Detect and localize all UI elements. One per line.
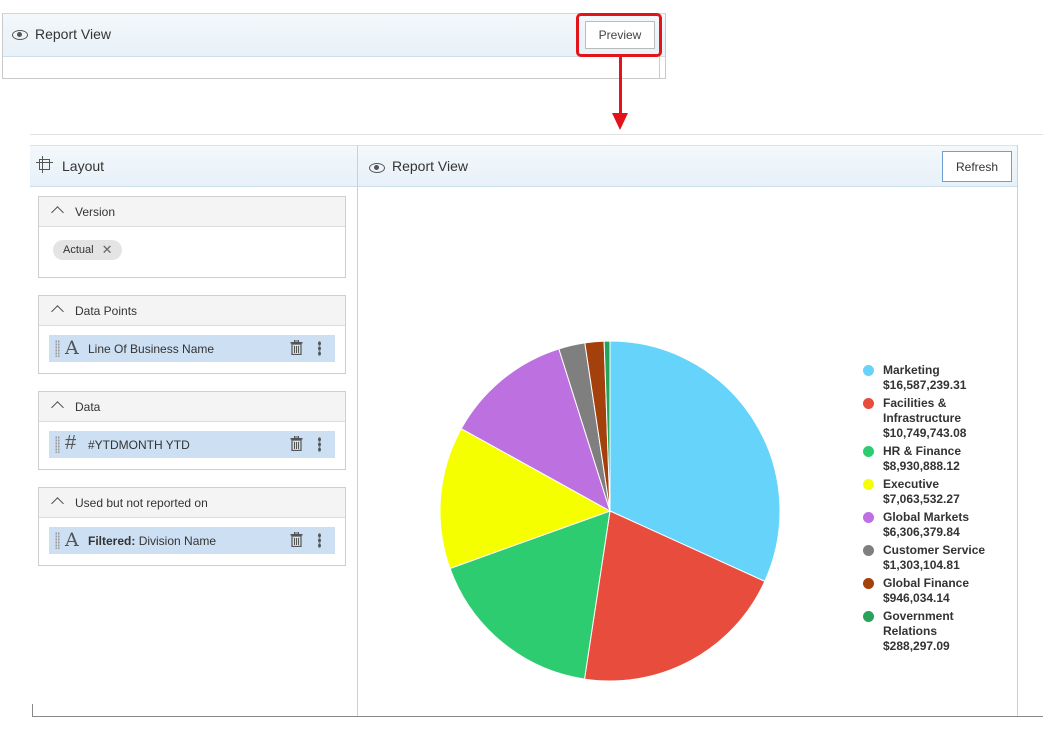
field-item-division-name[interactable]: A Filtered: Division Name (49, 527, 335, 554)
pie-chart (439, 340, 781, 682)
field-item-ytdmonth[interactable]: # #YTDMONTH YTD (49, 431, 335, 458)
legend-item[interactable]: Global Finance $946,034.14 (863, 576, 1043, 606)
legend-value: $1,303,104.81 (883, 558, 960, 572)
mini-panel-title: Report View (35, 26, 112, 42)
field-item-label: Filtered: Division Name (88, 534, 216, 548)
chevron-up-icon[interactable] (51, 305, 64, 318)
refresh-button[interactable]: Refresh (942, 151, 1012, 182)
legend-item[interactable]: HR & Finance $8,930,888.12 (863, 444, 1043, 474)
legend-item[interactable]: Marketing $16,587,239.31 (863, 363, 1043, 393)
field-item-label: #YTDMONTH YTD (88, 438, 190, 452)
section-data-points-title: Data Points (75, 304, 138, 318)
eye-icon (12, 30, 28, 40)
layout-panel-title: Layout (62, 158, 105, 174)
section-data-points: Data Points A Line Of Business Name (38, 295, 346, 374)
legend-label: HR & Finance (883, 444, 962, 458)
layout-icon (36, 156, 53, 173)
legend-value: $10,749,743.08 (883, 426, 967, 440)
filtered-prefix: Filtered: (88, 534, 136, 548)
legend-item[interactable]: Facilities & Infrastructure $10,749,743.08 (863, 396, 1043, 441)
legend-swatch (863, 512, 874, 523)
mini-panel-header: Report View Preview (3, 14, 665, 57)
trash-icon[interactable] (290, 436, 303, 451)
legend-swatch (863, 545, 874, 556)
trash-icon[interactable] (290, 532, 303, 547)
legend-label: Marketing (883, 363, 940, 377)
legend-item[interactable]: Government Relations $288,297.09 (863, 609, 1043, 654)
legend-label: Executive (883, 477, 940, 491)
section-unreported-title: Used but not reported on (75, 496, 208, 510)
close-icon[interactable]: ✕ (102, 242, 113, 258)
preview-highlight-box (576, 13, 662, 57)
frame-bottom-border (33, 716, 1043, 717)
version-chip-label: Actual (63, 244, 94, 256)
legend-item[interactable]: Executive $7,063,532.27 (863, 477, 1043, 507)
legend-label: Government Relations (883, 609, 954, 638)
chevron-up-icon[interactable] (51, 497, 64, 510)
frame-top-border (30, 134, 1043, 135)
legend-label: Global Markets (883, 510, 970, 524)
trash-icon[interactable] (290, 340, 303, 355)
legend-value: $7,063,532.27 (883, 492, 960, 506)
eye-icon (369, 163, 385, 173)
section-data-points-header[interactable]: Data Points (39, 296, 345, 326)
legend-swatch (863, 365, 874, 376)
legend-value: $8,930,888.12 (883, 459, 960, 473)
legend-value: $6,306,379.84 (883, 525, 960, 539)
more-options-icon[interactable] (318, 437, 321, 452)
section-unreported: Used but not reported on A Filtered: Div… (38, 487, 346, 566)
field-item-line-of-business[interactable]: A Line Of Business Name (49, 335, 335, 362)
legend-value: $288,297.09 (883, 639, 950, 653)
arrow-down-icon (612, 113, 628, 130)
layout-panel-header: Layout (30, 145, 357, 187)
field-item-label: Line Of Business Name (88, 342, 215, 356)
more-options-icon[interactable] (318, 341, 321, 356)
legend-swatch (863, 479, 874, 490)
drag-handle-icon[interactable] (55, 532, 60, 549)
number-type-icon: # (65, 432, 77, 454)
chevron-up-icon[interactable] (51, 401, 64, 414)
legend-label: Facilities & Infrastructure (883, 396, 962, 425)
legend-item[interactable]: Global Markets $6,306,379.84 (863, 510, 1043, 540)
drag-handle-icon[interactable] (55, 340, 60, 357)
section-data-header[interactable]: Data (39, 392, 345, 422)
legend-label: Global Finance (883, 576, 970, 590)
legend-swatch (863, 578, 874, 589)
layout-panel: Layout Version Actual ✕ Data Points A Li… (30, 145, 358, 716)
section-version-title: Version (75, 205, 116, 219)
drag-handle-icon[interactable] (55, 436, 60, 453)
more-options-icon[interactable] (318, 533, 321, 548)
legend-swatch (863, 398, 874, 409)
text-type-icon: A (65, 529, 79, 551)
section-version-header[interactable]: Version (39, 197, 345, 227)
section-version: Version Actual ✕ (38, 196, 346, 278)
report-panel-title: Report View (392, 158, 469, 174)
chevron-up-icon[interactable] (51, 206, 64, 219)
legend-label: Customer Service (883, 543, 986, 557)
legend-swatch (863, 611, 874, 622)
legend-item[interactable]: Customer Service $1,303,104.81 (863, 543, 1043, 573)
report-panel-header: Report View Refresh (358, 145, 1017, 187)
arrow-shaft (619, 57, 622, 115)
field-item-text: Division Name (138, 534, 217, 548)
legend-value: $16,587,239.31 (883, 378, 967, 392)
report-view-mini-panel: Report View Preview (2, 13, 666, 79)
chart-legend: Marketing $16,587,239.31 Facilities & Infra… (863, 363, 1043, 657)
text-type-icon: A (65, 337, 79, 359)
legend-value: $946,034.14 (883, 591, 950, 605)
legend-swatch (863, 446, 874, 457)
section-data-title: Data (75, 400, 101, 414)
mini-panel-divider (659, 56, 660, 78)
section-unreported-header[interactable]: Used but not reported on (39, 488, 345, 518)
section-data: Data # #YTDMONTH YTD (38, 391, 346, 470)
version-chip[interactable]: Actual ✕ (53, 240, 123, 260)
